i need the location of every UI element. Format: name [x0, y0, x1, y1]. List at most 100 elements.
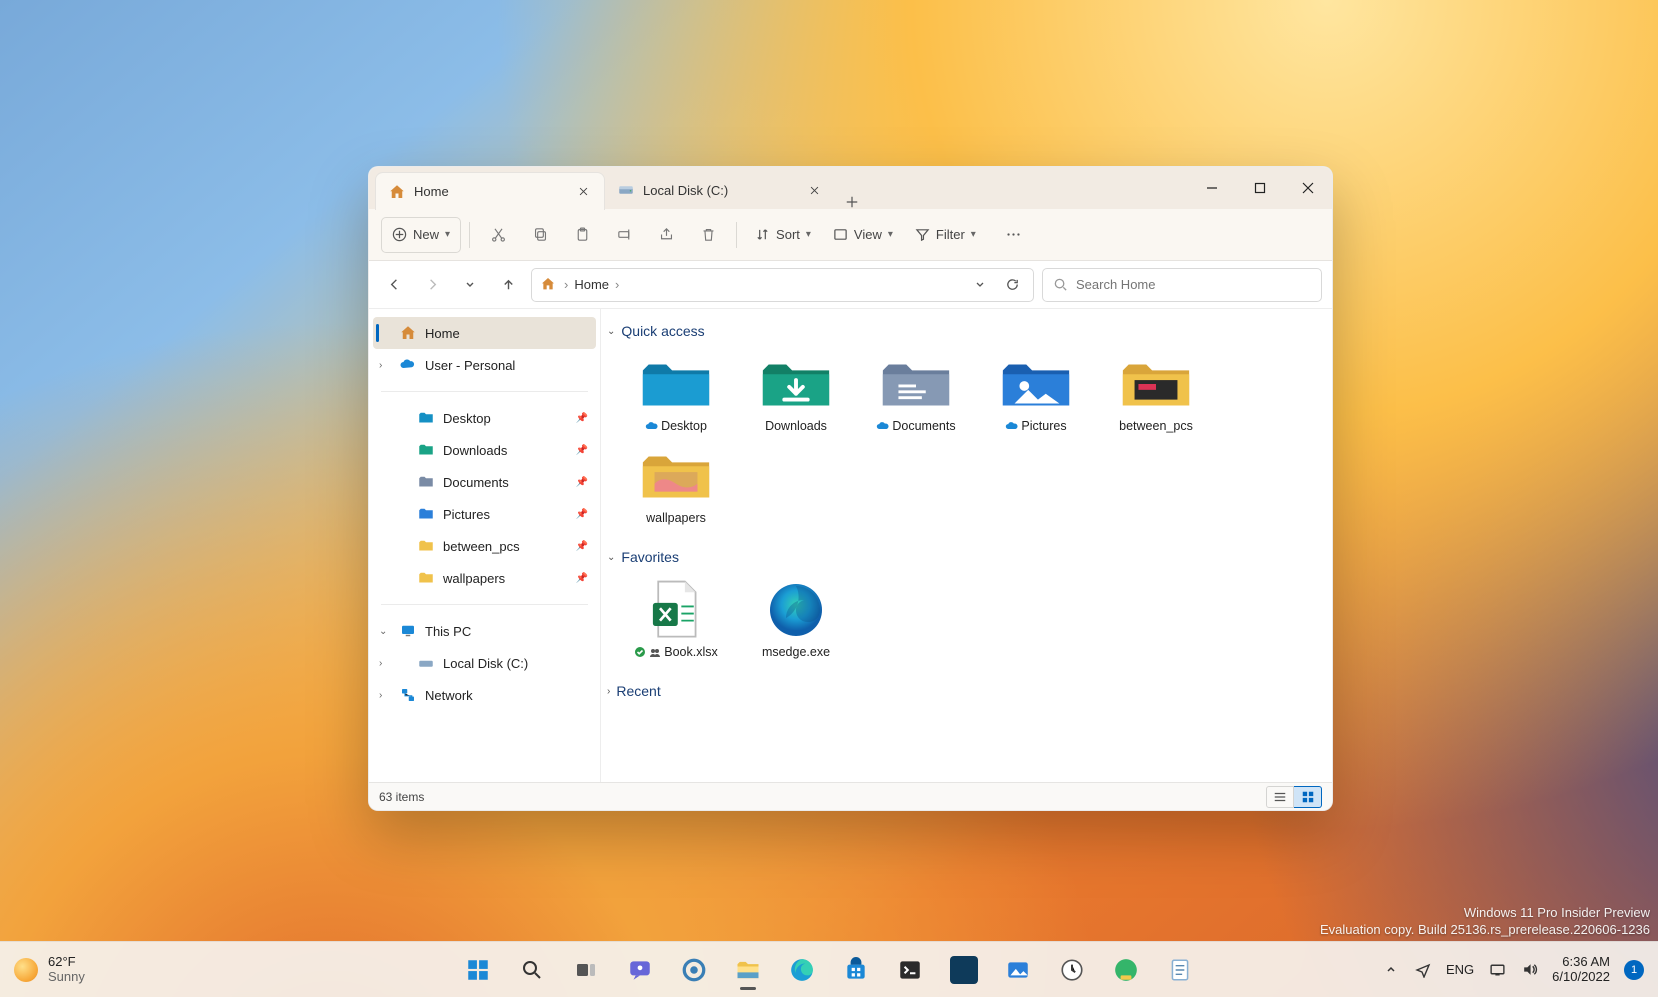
share-button[interactable] [646, 217, 686, 253]
address-bar[interactable]: › Home › [531, 268, 1034, 302]
language-indicator[interactable]: ENG [1446, 962, 1474, 977]
sidebar-item-home[interactable]: Home [373, 317, 596, 349]
tab-local-disk[interactable]: Local Disk (C:) [605, 171, 835, 209]
icons-view-button[interactable] [1294, 786, 1322, 808]
taskbar-app-photos[interactable] [995, 947, 1041, 993]
filter-button[interactable]: Filter ▾ [905, 217, 986, 253]
sidebar-item-label: wallpapers [443, 571, 505, 586]
sidebar-item-label: This PC [425, 624, 471, 639]
cut-button[interactable] [478, 217, 518, 253]
taskbar-app-edge-canary[interactable] [1103, 947, 1149, 993]
folder-item-desktop[interactable]: Desktop [623, 351, 729, 437]
search-input[interactable] [1076, 277, 1311, 292]
sidebar-item-pictures[interactable]: Pictures 📌 [373, 498, 596, 530]
file-item-msedge[interactable]: msedge.exe [743, 577, 849, 663]
computer-icon [399, 622, 417, 640]
address-dropdown-button[interactable] [967, 272, 993, 298]
downloads-folder-icon [417, 441, 435, 459]
rename-button[interactable] [604, 217, 644, 253]
sidebar-item-label: Downloads [443, 443, 507, 458]
notification-badge[interactable]: 1 [1624, 960, 1644, 980]
new-label: New [413, 227, 439, 242]
sidebar-item-wallpapers[interactable]: wallpapers 📌 [373, 562, 596, 594]
details-view-button[interactable] [1266, 786, 1294, 808]
network-icon[interactable] [1488, 961, 1506, 979]
tab-home[interactable]: Home [375, 172, 605, 210]
taskbar-app-settings[interactable] [671, 947, 717, 993]
store-icon [842, 956, 870, 984]
sidebar-item-network[interactable]: › Network [373, 679, 596, 711]
forward-button[interactable] [417, 270, 447, 300]
back-button[interactable] [379, 270, 409, 300]
sidebar-item-local-disk[interactable]: › Local Disk (C:) [373, 647, 596, 679]
taskbar-app-generic-1[interactable] [941, 947, 987, 993]
pin-icon: 📌 [576, 573, 588, 584]
edge-icon [755, 581, 837, 639]
windows-icon [464, 956, 492, 984]
sidebar-item-desktop[interactable]: Desktop 📌 [373, 402, 596, 434]
group-header-favorites[interactable]: ⌄ Favorites [605, 543, 1320, 571]
folder-item-between-pcs[interactable]: between_pcs [1103, 351, 1209, 437]
taskbar-app-notepad[interactable] [1157, 947, 1203, 993]
folder-item-wallpapers[interactable]: wallpapers [623, 443, 729, 529]
file-item-book-xlsx[interactable]: Book.xlsx [623, 577, 729, 663]
task-view-button[interactable] [563, 947, 609, 993]
chevron-down-icon: ⌄ [607, 552, 615, 563]
downloads-folder-icon [755, 355, 837, 413]
sidebar-item-between-pcs[interactable]: between_pcs 📌 [373, 530, 596, 562]
chevron-right-icon[interactable]: › [379, 690, 382, 701]
taskbar-app-explorer[interactable] [725, 947, 771, 993]
chevron-right-icon[interactable]: › [379, 658, 382, 669]
app-icon [950, 956, 978, 984]
delete-button[interactable] [688, 217, 728, 253]
task-view-icon [572, 956, 600, 984]
group-header-quick-access[interactable]: ⌄ Quick access [605, 317, 1320, 345]
tab-close-button[interactable] [805, 181, 823, 199]
new-button[interactable]: New ▾ [381, 217, 461, 253]
taskbar-app-edge[interactable] [779, 947, 825, 993]
file-explorer-icon [734, 956, 762, 984]
sidebar-item-label: Local Disk (C:) [443, 656, 528, 671]
taskbar-app-clock[interactable] [1049, 947, 1095, 993]
taskbar-clock[interactable]: 6:36 AM 6/10/2022 [1552, 955, 1610, 985]
taskbar-app-terminal[interactable] [887, 947, 933, 993]
copy-button[interactable] [520, 217, 560, 253]
folder-item-downloads[interactable]: Downloads [743, 351, 849, 437]
tray-overflow-button[interactable] [1382, 961, 1400, 979]
sidebar-item-downloads[interactable]: Downloads 📌 [373, 434, 596, 466]
new-tab-button[interactable] [835, 195, 869, 209]
sidebar-item-documents[interactable]: Documents 📌 [373, 466, 596, 498]
taskbar-weather[interactable]: 62°F Sunny [0, 955, 85, 985]
volume-icon[interactable] [1520, 961, 1538, 979]
group-header-recent[interactable]: › Recent [605, 677, 1320, 705]
chevron-down-icon[interactable]: ⌄ [379, 626, 387, 637]
sort-label: Sort [776, 227, 800, 242]
tab-close-button[interactable] [574, 183, 592, 201]
taskbar-app-chat[interactable] [617, 947, 663, 993]
chevron-down-icon: ▾ [806, 229, 811, 240]
up-button[interactable] [493, 270, 523, 300]
close-button[interactable] [1284, 167, 1332, 209]
folder-item-pictures[interactable]: Pictures [983, 351, 1089, 437]
search-box[interactable] [1042, 268, 1322, 302]
terminal-icon [896, 956, 924, 984]
clock-time: 6:36 AM [1552, 955, 1610, 970]
location-icon[interactable] [1414, 961, 1432, 979]
drive-icon [417, 654, 435, 672]
refresh-button[interactable] [999, 272, 1025, 298]
start-button[interactable] [455, 947, 501, 993]
search-button[interactable] [509, 947, 555, 993]
chevron-right-icon[interactable]: › [379, 360, 382, 371]
view-button[interactable]: View ▾ [823, 217, 903, 253]
sidebar-item-user[interactable]: › User - Personal [373, 349, 596, 381]
folder-item-documents[interactable]: Documents [863, 351, 969, 437]
breadcrumb-home[interactable]: › Home › [540, 276, 619, 294]
paste-button[interactable] [562, 217, 602, 253]
sidebar-item-this-pc[interactable]: ⌄ This PC [373, 615, 596, 647]
taskbar-app-store[interactable] [833, 947, 879, 993]
maximize-button[interactable] [1236, 167, 1284, 209]
minimize-button[interactable] [1188, 167, 1236, 209]
recent-locations-button[interactable] [455, 270, 485, 300]
more-button[interactable] [994, 217, 1034, 253]
sort-button[interactable]: Sort ▾ [745, 217, 821, 253]
